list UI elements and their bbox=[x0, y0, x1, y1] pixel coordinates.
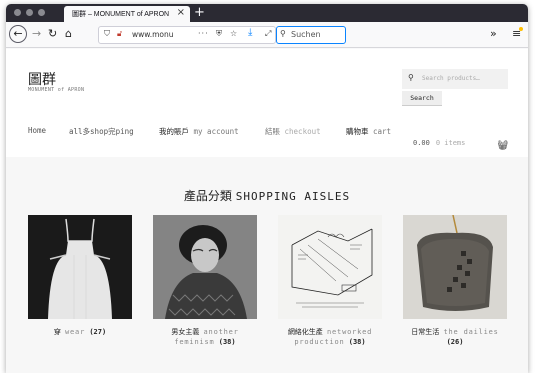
menu-label-en: checkout bbox=[284, 127, 321, 136]
category-card-wear[interactable]: 穿 wear (27) bbox=[28, 215, 132, 337]
download-icon[interactable]: ⤓ bbox=[248, 27, 252, 38]
stone-tag-image[interactable] bbox=[403, 215, 507, 319]
category-caption[interactable]: 穿 wear (27) bbox=[28, 327, 132, 337]
menu-item-checkout[interactable]: 結賬 checkout bbox=[265, 126, 321, 137]
forward-button[interactable]: → bbox=[32, 27, 41, 41]
menu-label-en: my account bbox=[193, 127, 239, 136]
update-badge bbox=[519, 27, 523, 31]
category-count: (38) bbox=[348, 338, 366, 346]
menu-label-zh: 結賬 bbox=[265, 127, 280, 136]
site-title[interactable]: 圖群 bbox=[28, 69, 56, 89]
category-count: (27) bbox=[89, 328, 107, 336]
close-window-icon[interactable] bbox=[14, 9, 21, 16]
browser-search-bar[interactable]: ⚲ Suchen bbox=[276, 26, 346, 44]
cart-summary[interactable]: 0.00 0 items bbox=[413, 139, 465, 147]
category-count: (26) bbox=[446, 338, 464, 346]
overflow-chevron-icon[interactable]: » bbox=[490, 27, 497, 41]
menu-label-zh: 購物車 bbox=[346, 127, 369, 136]
tab-title: 圖群 – MONUMENT of APRON bbox=[72, 11, 170, 18]
insecure-lock-icon[interactable]: 🔓︎ bbox=[117, 29, 122, 39]
menu-label-zh: 我的賬戶 bbox=[159, 127, 189, 136]
back-button[interactable]: ← bbox=[9, 25, 27, 43]
menu-item-my-account[interactable]: 我的賬戶 my account bbox=[159, 126, 239, 137]
search-icon: ⚲ bbox=[280, 29, 286, 38]
cart-item-count: 0 items bbox=[435, 139, 466, 147]
product-search-input[interactable]: ⚲ Search products… bbox=[402, 69, 508, 89]
new-tab-button[interactable]: + bbox=[194, 4, 205, 21]
product-search-placeholder: Search products… bbox=[422, 75, 480, 82]
category-card-networked-production[interactable]: 網絡化生產 networked production (38) bbox=[278, 215, 382, 347]
category-name-zh: 網絡化生產 bbox=[287, 328, 323, 336]
category-caption[interactable]: 日常生活 the dailies (26) bbox=[403, 327, 507, 347]
section-title-zh: 產品分類 bbox=[183, 189, 232, 203]
category-name-en: the dailies bbox=[443, 328, 499, 336]
navigation-bar: ← → ↻ ⌂ ⛉ 🔓︎ www.monu ··· ⛨ ☆ ⤓ ⤢ ⚲ Such… bbox=[6, 22, 528, 48]
fullscreen-icon[interactable]: ⤢ bbox=[265, 29, 271, 39]
category-name-zh: 男女主義 bbox=[171, 328, 200, 336]
menu-label-en: cart bbox=[373, 127, 392, 136]
url-bar[interactable]: ⛉ 🔓︎ www.monu ··· ⛨ ☆ ⤓ ⤢ bbox=[98, 26, 276, 44]
shield-icon[interactable]: ⛉ bbox=[104, 29, 110, 39]
active-tab[interactable]: 圖群 – MONUMENT of APRON × bbox=[64, 6, 190, 22]
maximize-window-icon[interactable] bbox=[38, 9, 45, 16]
menu-item-cart[interactable]: 購物車 cart bbox=[346, 126, 391, 137]
section-title: 產品分類 SHOPPING AISLES bbox=[6, 187, 528, 204]
portrait-image[interactable] bbox=[153, 215, 257, 319]
category-caption[interactable]: 男女主義 another feminism (38) bbox=[153, 327, 257, 347]
apron-image[interactable] bbox=[28, 215, 132, 319]
menu-item-all-shopping[interactable]: all多shop完ping bbox=[69, 126, 134, 137]
browser-window: 圖群 – MONUMENT of APRON × + ← → ↻ ⌂ ⛉ 🔓︎ … bbox=[6, 4, 528, 373]
tab-close-icon[interactable]: × bbox=[177, 7, 185, 18]
category-caption[interactable]: 網絡化生產 networked production (38) bbox=[278, 327, 382, 347]
web-page: 圖群 MONUMENT of APRON ⚲ Search products… … bbox=[6, 49, 528, 373]
tab-strip: 圖群 – MONUMENT of APRON × + bbox=[6, 4, 528, 22]
menu-item-home[interactable]: Home bbox=[28, 126, 46, 135]
category-name-en: wear bbox=[65, 328, 86, 336]
diagram-image[interactable] bbox=[278, 215, 382, 319]
site-subtitle: MONUMENT of APRON bbox=[28, 87, 85, 93]
minimize-window-icon[interactable] bbox=[26, 9, 33, 16]
reload-button[interactable]: ↻ bbox=[48, 27, 57, 41]
cart-total: 0.00 bbox=[413, 139, 430, 147]
browser-search-placeholder: Suchen bbox=[291, 30, 321, 39]
category-card-the-dailies[interactable]: 日常生活 the dailies (26) bbox=[403, 215, 507, 347]
pocket-icon[interactable]: ⛨ bbox=[216, 29, 222, 39]
search-icon: ⚲ bbox=[408, 73, 414, 82]
bookmark-star-icon[interactable]: ☆ bbox=[230, 29, 237, 38]
home-button[interactable]: ⌂ bbox=[65, 27, 72, 41]
product-categories-section: 產品分類 SHOPPING AISLES 穿 wear (27) 男女主義 an… bbox=[6, 157, 528, 373]
search-button[interactable]: Search bbox=[402, 91, 442, 105]
category-name-zh: 日常生活 bbox=[411, 328, 440, 336]
basket-icon[interactable]: 🧺︎ bbox=[497, 141, 508, 151]
url-text[interactable]: www.monu bbox=[132, 30, 174, 39]
category-count: (38) bbox=[218, 338, 236, 346]
section-title-en: SHOPPING AISLES bbox=[235, 190, 351, 203]
category-card-another-feminism[interactable]: 男女主義 another feminism (38) bbox=[153, 215, 257, 347]
page-actions-icon[interactable]: ··· bbox=[198, 29, 209, 38]
category-name-zh: 穿 bbox=[53, 328, 61, 336]
